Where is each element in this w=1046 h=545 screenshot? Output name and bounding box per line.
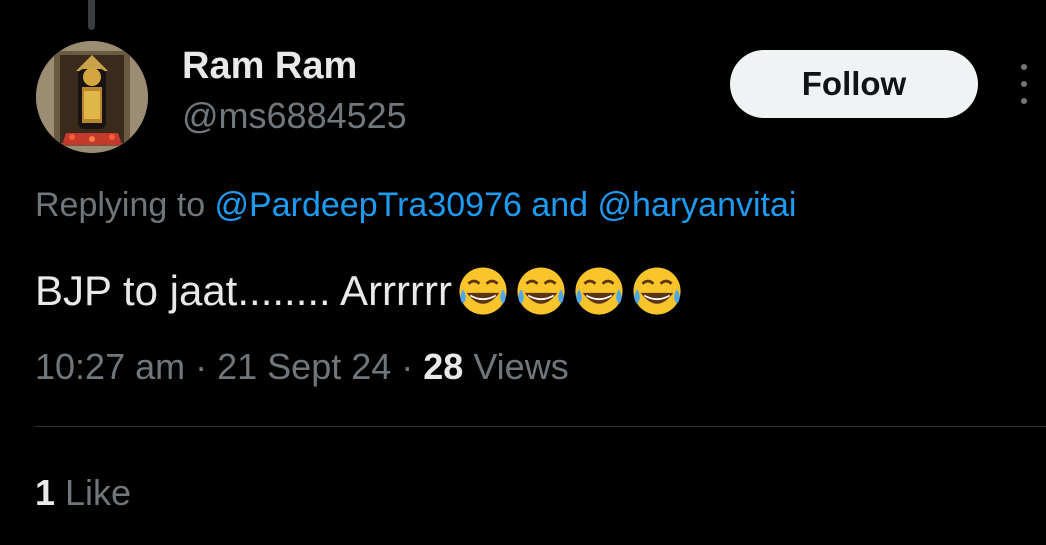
more-vertical-icon xyxy=(1021,64,1027,70)
tweet-meta: 10:27 am · 21 Sept 24 · 28 Views xyxy=(35,346,569,388)
follow-button[interactable]: Follow xyxy=(730,50,978,118)
tears-of-joy-emoji-icon xyxy=(628,262,686,320)
likes-count: 1 xyxy=(35,472,56,513)
meta-separator: · xyxy=(185,346,218,387)
likes-link[interactable]: 1 Like xyxy=(35,472,131,514)
thread-connector-line xyxy=(88,0,95,30)
mention-link[interactable]: @PardeepTra30976 xyxy=(215,186,522,224)
tweet-date[interactable]: 21 Sept 24 xyxy=(217,346,391,387)
tweet-body: BJP to jaat........ Arrrrrr xyxy=(35,267,452,314)
likes-label: Like xyxy=(55,472,132,513)
divider xyxy=(35,426,1046,427)
more-options-button[interactable] xyxy=(1010,64,1038,104)
tweet-text: BJP to jaat........ Arrrrrr xyxy=(35,262,686,320)
tears-of-joy-emoji-icon xyxy=(454,262,512,320)
avatar[interactable] xyxy=(36,41,148,153)
replying-to-line: Replying to @PardeepTra30976 and @haryan… xyxy=(35,186,796,225)
mention-link[interactable]: @haryanvitai xyxy=(598,186,797,224)
views-count[interactable]: 28 xyxy=(423,346,463,387)
views-label[interactable]: Views xyxy=(463,346,568,387)
replying-conjunction: and xyxy=(521,186,598,224)
replying-prefix: Replying to xyxy=(35,186,215,224)
tears-of-joy-emoji-icon xyxy=(512,262,570,320)
tears-of-joy-emoji-icon xyxy=(570,262,628,320)
user-handle[interactable]: @ms6884525 xyxy=(182,95,407,137)
emoji-group xyxy=(454,262,686,320)
more-dot-2 xyxy=(1021,81,1027,87)
meta-separator: · xyxy=(391,346,424,387)
more-dot-3 xyxy=(1021,98,1027,104)
display-name[interactable]: Ram Ram xyxy=(182,45,357,88)
deity-idol-icon xyxy=(36,41,148,153)
tweet-time[interactable]: 10:27 am xyxy=(35,346,185,387)
